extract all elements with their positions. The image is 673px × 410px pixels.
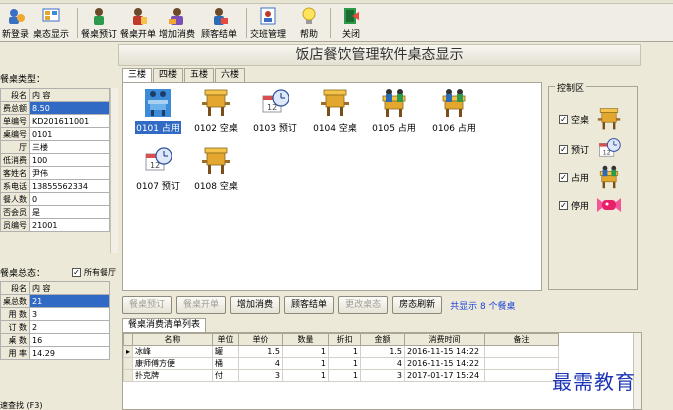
reserved-clock-icon [145, 147, 172, 171]
reserved-clock-icon [262, 89, 289, 113]
table-row[interactable]: 桌 数 16 [0, 333, 110, 347]
reserve-icon [88, 6, 110, 26]
table-tile-0105[interactable]: 0105 占用 [365, 88, 423, 138]
table-row[interactable]: 用 率 14.29 [0, 346, 110, 360]
table-layout-area: 0101 占用 0102 空桌 0103 预订 0104 空桌 0105 占用 … [122, 82, 542, 291]
action-button-row: 餐桌预订 餐桌开单 增加消费 顾客结单 更改桌态 房态刷新 共显示 8 个餐桌 [122, 296, 516, 314]
table-count-text: 共显示 8 个餐桌 [450, 301, 516, 312]
login-icon [5, 6, 27, 26]
table-status-icon [40, 6, 62, 26]
shift-icon [257, 6, 279, 26]
quick-search-label[interactable]: 速查找 (F3) [0, 400, 42, 410]
table-row[interactable]: 低消费 100 [0, 153, 110, 167]
checkbox-icon: ✓ [72, 268, 81, 277]
table-row[interactable]: 扑克牌 付 3 1 1 3 2017-01-17 15:24 [122, 369, 560, 382]
table-row[interactable]: 厅三楼 [0, 140, 110, 154]
control-panel: 控制区 ✓ 空桌 ✓ 预订 ✓ 占用 ✓ 停用 [548, 81, 638, 290]
toolbar-separator [77, 8, 78, 38]
toolbar-separator [330, 8, 331, 38]
all-halls-checkbox[interactable]: ✓ 所有餐厅 [72, 267, 116, 278]
tab-floor-4[interactable]: 四楼 [153, 68, 184, 82]
add-consumption-icon [166, 6, 188, 26]
tab-floor-6[interactable]: 六楼 [215, 68, 246, 82]
tab-floor-5[interactable]: 五楼 [184, 68, 215, 82]
table-tile-0107[interactable]: 0107 预订 [129, 146, 187, 196]
tab-floor-3[interactable]: 三楼 [122, 68, 153, 82]
occupied-table-icon [145, 89, 171, 117]
shift-management-button[interactable]: 交班管理 [250, 6, 286, 40]
summary-grid[interactable]: 段名内 容 桌总数 21 用 数3 订 数2 桌 数 16 用 率 14.29 [0, 281, 110, 360]
filter-empty[interactable]: ✓ 空桌 [559, 107, 621, 131]
checkbox-icon[interactable]: ✓ [559, 200, 568, 210]
table-status-button[interactable]: 桌态显示 [33, 6, 69, 40]
help-bulb-icon [298, 6, 320, 26]
table-tile-0103[interactable]: 0103 预订 [246, 88, 304, 138]
checkout-button[interactable]: 顾客结单 [201, 6, 237, 40]
table-row[interactable]: ▸ 冰峰 罐 1.5 1 1 1.5 2016-11-15 14:22 [122, 345, 560, 358]
table-details-grid[interactable]: 段名内 容 费总额 8.50 单编号 KD201611001 桌编号 0101 厅三楼… [0, 88, 110, 232]
table-tile-0104[interactable]: 0104 空桌 [306, 88, 364, 138]
occupied-table-icon [382, 88, 406, 118]
refresh-status-button[interactable]: 房态刷新 [392, 296, 443, 314]
table-row[interactable]: 客姓名 尹伟 [0, 166, 110, 180]
table-row[interactable]: 桌总数 21 [0, 294, 110, 308]
reserve-table-button[interactable]: 餐桌预订 [122, 296, 173, 314]
table-type-label: 餐桌类型： [0, 75, 46, 85]
close-button[interactable]: 关闭 [340, 6, 362, 40]
filter-reserved[interactable]: ✓ 预订 [559, 137, 621, 161]
change-status-button[interactable]: 更改桌态 [338, 296, 389, 314]
open-order-icon [127, 6, 149, 26]
checkout-icon [208, 6, 230, 26]
table-row[interactable]: 系电话 13855562334 [0, 179, 110, 193]
checkbox-icon[interactable]: ✓ [559, 144, 568, 154]
checkout-action-button[interactable]: 顾客结单 [284, 296, 335, 314]
open-table-button[interactable]: 餐桌开单 [176, 296, 227, 314]
watermark-text: 最需教育 [552, 370, 636, 394]
filter-occupied[interactable]: ✓ 占用 [559, 165, 621, 189]
empty-table-icon [202, 89, 230, 117]
table-row[interactable]: 餐人数 0 [0, 192, 110, 206]
table-tile-0108[interactable]: 0108 空桌 [187, 146, 245, 196]
table-row[interactable]: 单编号 KD201611001 [0, 114, 110, 128]
left-panel: 餐桌类型： 段名内 容 费总额 8.50 单编号 KD201611001 桌编号 01… [0, 66, 118, 410]
relogin-button[interactable]: 新登录 [2, 6, 29, 40]
add-consumption-button[interactable]: 增加消费 [159, 6, 195, 40]
control-panel-title: 控制区 [555, 81, 587, 94]
checkbox-icon[interactable]: ✓ [559, 114, 568, 124]
floor-tabs: 三楼 四楼 五楼 六楼 [122, 68, 246, 82]
table-row[interactable]: 桌编号 0101 [0, 127, 110, 141]
disabled-candy-icon [597, 198, 621, 212]
add-consumption-action-button[interactable]: 增加消费 [230, 296, 281, 314]
table-tile-0101[interactable]: 0101 占用 [129, 88, 187, 138]
filter-disabled[interactable]: ✓ 停用 [559, 193, 621, 217]
page-title: 饭店餐饮管理软件桌态显示 [118, 44, 641, 66]
occupied-table-icon [442, 88, 466, 118]
empty-table-icon [321, 89, 349, 117]
help-button[interactable]: 帮助 [298, 6, 320, 40]
main-toolbar: 新登录 桌态显示 餐桌预订 餐桌开单 增加消费 顾客结单 交班管理 帮助 关闭 [0, 4, 673, 42]
exit-icon [340, 6, 362, 26]
occupied-table-icon [599, 165, 619, 189]
open-order-button[interactable]: 餐桌开单 [120, 6, 156, 40]
empty-table-icon [597, 108, 621, 130]
table-row[interactable]: 用 数3 [0, 307, 110, 321]
table-row[interactable]: 员编号 21001 [0, 218, 110, 232]
table-summary-label: 餐桌总态： [0, 269, 46, 279]
order-table[interactable]: 名称 单位 单价 数量 折扣 金额 消费时间 备注 ▸ 冰峰 罐 1.5 1 1… [122, 333, 560, 382]
table-row[interactable]: 康师傅方便 桶 4 1 1 4 2016-11-15 14:22 [122, 357, 560, 370]
table-tile-0102[interactable]: 0102 空桌 [187, 88, 245, 138]
empty-table-icon [202, 147, 230, 175]
table-row[interactable]: 否会员是 [0, 205, 110, 219]
table-tile-0106[interactable]: 0106 占用 [425, 88, 483, 138]
table-row[interactable]: 订 数2 [0, 320, 110, 334]
row-pointer-icon: ▸ [122, 345, 134, 358]
details-scrollbar[interactable] [110, 88, 118, 253]
tab-order-list[interactable]: 餐桌消费清单列表 [122, 318, 207, 332]
reserve-button[interactable]: 餐桌预订 [81, 6, 117, 40]
table-row[interactable]: 费总额 8.50 [0, 101, 110, 115]
reserved-clock-icon [598, 138, 621, 158]
checkbox-icon[interactable]: ✓ [559, 172, 568, 182]
toolbar-separator [246, 8, 247, 38]
